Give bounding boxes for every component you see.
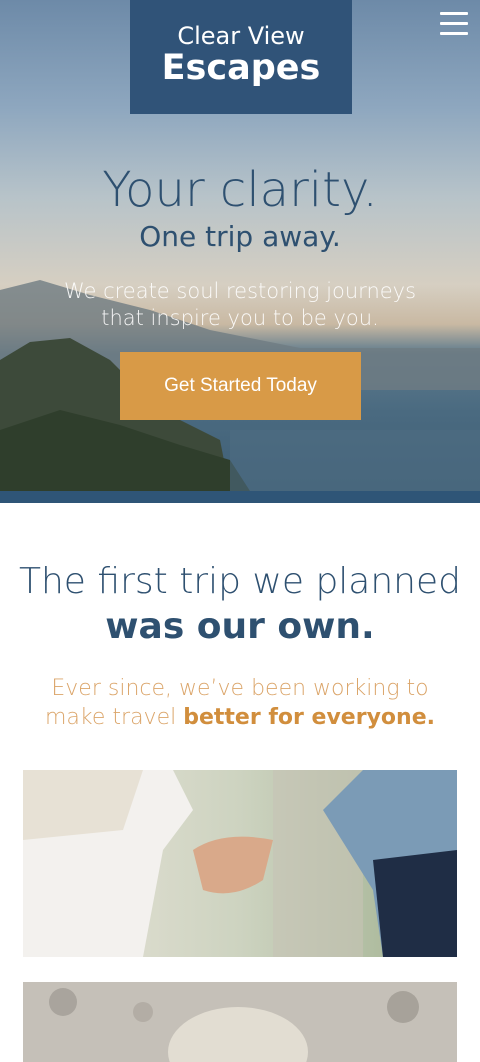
brand-logo[interactable]: Clear View Escapes [130, 0, 352, 114]
hero-description: We create soul restoring journeys that i… [63, 279, 417, 330]
intro-title-light: The first trip we planned [19, 561, 461, 602]
hero-section: Clear View Escapes Your clarity. One tri… [0, 0, 480, 491]
hero-title: Your clarity. [102, 162, 378, 218]
hero-subtitle: One trip away. [139, 220, 341, 253]
couple-holding-hands-photo [23, 770, 457, 957]
intro-title-bold: was our own. [105, 606, 375, 647]
traveler-photo [23, 982, 457, 1062]
brand-name-line2: Escapes [161, 48, 321, 88]
hamburger-menu-icon[interactable] [440, 12, 468, 38]
brand-name-line1: Clear View [177, 22, 305, 50]
get-started-button[interactable]: Get Started Today [120, 352, 361, 420]
photo-illustration-2 [23, 982, 457, 1062]
hero-divider-band [0, 491, 480, 503]
intro-description: Ever since, we’ve been working to make t… [25, 674, 455, 732]
photo-illustration [23, 770, 457, 957]
intro-desc-bold: better for everyone. [183, 705, 435, 730]
